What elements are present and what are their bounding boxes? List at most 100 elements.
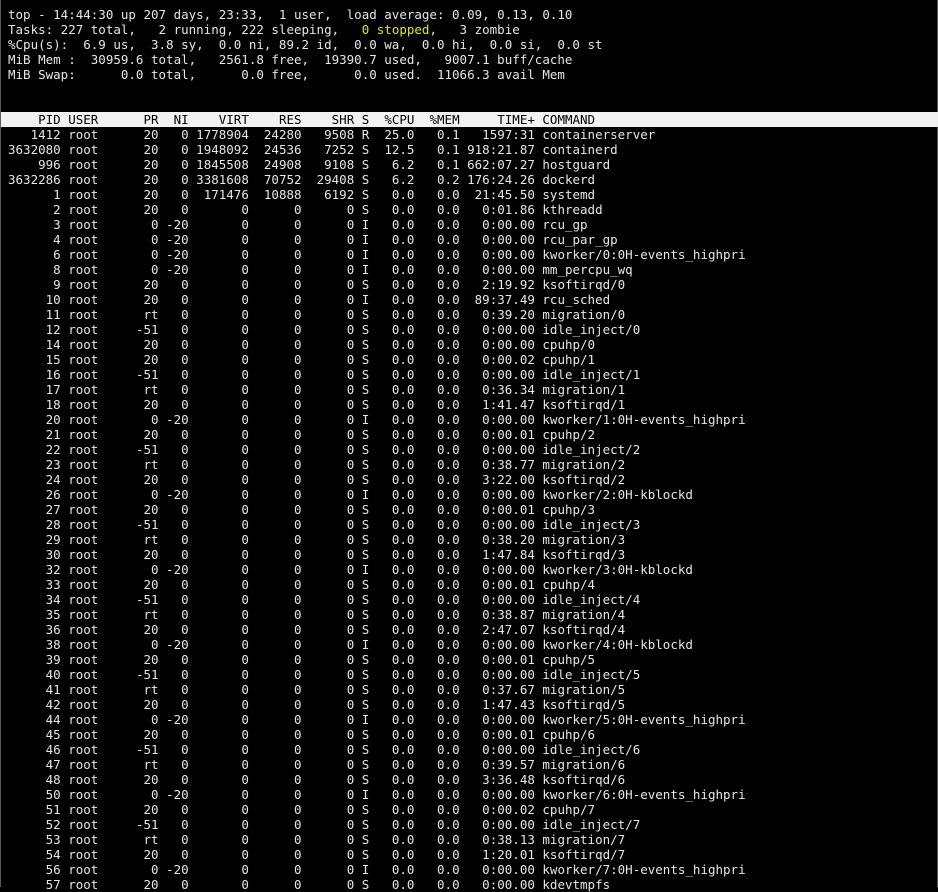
- row-pr-cell: 20: [128, 292, 159, 307]
- row-pr-cell: 0: [128, 217, 159, 232]
- row-ni-cell: -20: [158, 262, 189, 277]
- row-res-cell: 0: [248, 337, 302, 352]
- row-res-cell: 0: [248, 847, 302, 862]
- row-ni-cell: 0: [158, 127, 189, 142]
- row-cpu-cell: 0.0: [369, 277, 415, 292]
- row-user-cell: root: [60, 802, 129, 817]
- table-row: 50 root 0 -20 0 0 0 I 0.0 0.0 0:00.00 kw…: [8, 787, 937, 802]
- row-mem-cell: 0.0: [414, 607, 460, 622]
- table-row: 1 root 20 0 171476 10888 6192 S 0.0 0.0 …: [8, 187, 937, 202]
- row-user-cell: root: [60, 562, 129, 577]
- process-table: 1412 root 20 0 1778904 24280 9508 R 25.0…: [8, 127, 937, 892]
- row-cpu-cell: 0.0: [369, 397, 415, 412]
- row-time-cell: 0:00.00: [459, 592, 535, 607]
- table-row: 3 root 0 -20 0 0 0 I 0.0 0.0 0:00.00 rcu…: [8, 217, 937, 232]
- row-command-cell: migration/1: [534, 382, 626, 397]
- row-pr-cell: -51: [128, 667, 159, 682]
- table-row: 34 root -51 0 0 0 0 S 0.0 0.0 0:00.00 id…: [8, 592, 937, 607]
- row-command-cell: idle_inject/2: [534, 442, 641, 457]
- row-shr-cell: 0: [301, 877, 355, 892]
- row-ni-cell: 0: [158, 187, 189, 202]
- row-ni-cell: 0: [158, 817, 189, 832]
- row-res-cell: 0: [248, 487, 302, 502]
- row-user-cell: root: [60, 547, 129, 562]
- row-pr-cell: 0: [128, 232, 159, 247]
- row-virt-cell: 0: [188, 412, 249, 427]
- row-pid-cell: 53: [8, 832, 61, 847]
- row-shr-cell: 0: [301, 292, 355, 307]
- row-virt-cell: 0: [188, 562, 249, 577]
- summary-swap-line: MiB Swap: 0.0 total, 0.0 free, 0.0 used.…: [8, 67, 565, 82]
- table-row: 9 root 20 0 0 0 0 S 0.0 0.0 2:19.92 ksof…: [8, 277, 937, 292]
- row-mem-cell: 0.0: [414, 412, 460, 427]
- row-time-cell: 662:07.27: [459, 157, 535, 172]
- row-s-cell: S: [354, 382, 370, 397]
- row-pid-cell: 3632080: [8, 142, 61, 157]
- row-virt-cell: 0: [188, 322, 249, 337]
- table-row: 11 root rt 0 0 0 0 S 0.0 0.0 0:39.20 mig…: [8, 307, 937, 322]
- table-row: 24 root 20 0 0 0 0 S 0.0 0.0 3:22.00 kso…: [8, 472, 937, 487]
- row-ni-cell: 0: [158, 877, 189, 892]
- row-user-cell: root: [60, 187, 129, 202]
- row-pid-cell: 51: [8, 802, 61, 817]
- row-command-cell: migration/3: [534, 532, 626, 547]
- row-s-cell: S: [354, 577, 370, 592]
- summary-uptime-line: top - 14:44:30 up 207 days, 23:33, 1 use…: [8, 7, 573, 22]
- row-s-cell: S: [354, 697, 370, 712]
- table-row: 2 root 20 0 0 0 0 S 0.0 0.0 0:01.86 kthr…: [8, 202, 937, 217]
- row-pid-cell: 54: [8, 847, 61, 862]
- row-time-cell: 0:00.00: [459, 637, 535, 652]
- row-mem-cell: 0.0: [414, 622, 460, 637]
- row-cpu-cell: 0.0: [369, 847, 415, 862]
- row-cpu-cell: 0.0: [369, 517, 415, 532]
- row-res-cell: 0: [248, 457, 302, 472]
- table-row: 16 root -51 0 0 0 0 S 0.0 0.0 0:00.00 id…: [8, 367, 937, 382]
- row-ni-cell: 0: [158, 337, 189, 352]
- table-row: 32 root 0 -20 0 0 0 I 0.0 0.0 0:00.00 kw…: [8, 562, 937, 577]
- terminal-window[interactable]: top - 14:44:30 up 207 days, 23:33, 1 use…: [0, 0, 938, 892]
- row-mem-cell: 0.0: [414, 547, 460, 562]
- row-s-cell: S: [354, 397, 370, 412]
- row-virt-cell: 0: [188, 232, 249, 247]
- row-pr-cell: 20: [128, 427, 159, 442]
- row-shr-cell: 0: [301, 382, 355, 397]
- row-time-cell: 1:20.01: [459, 847, 535, 862]
- row-cpu-cell: 0.0: [369, 427, 415, 442]
- table-row: 39 root 20 0 0 0 0 S 0.0 0.0 0:00.01 cpu…: [8, 652, 937, 667]
- row-s-cell: S: [354, 802, 370, 817]
- row-command-cell: ksoftirqd/2: [534, 472, 626, 487]
- row-virt-cell: 0: [188, 877, 249, 892]
- table-row: 15 root 20 0 0 0 0 S 0.0 0.0 0:00.02 cpu…: [8, 352, 937, 367]
- row-command-cell: mm_percpu_wq: [534, 262, 633, 277]
- row-virt-cell: 0: [188, 727, 249, 742]
- row-command-cell: migration/6: [534, 757, 626, 772]
- row-res-cell: 0: [248, 532, 302, 547]
- row-command-cell: ksoftirqd/1: [534, 397, 626, 412]
- process-table-header: PID USER PR NI VIRT RES SHR S %CPU %MEM …: [1, 112, 938, 127]
- row-cpu-cell: 0.0: [369, 652, 415, 667]
- row-command-cell: kworker/3:0H-kblockd: [534, 562, 693, 577]
- row-shr-cell: 0: [301, 427, 355, 442]
- row-user-cell: root: [60, 397, 129, 412]
- row-cpu-cell: 0.0: [369, 472, 415, 487]
- row-command-cell: ksoftirqd/0: [534, 277, 626, 292]
- row-s-cell: S: [354, 337, 370, 352]
- row-time-cell: 89:37.49: [459, 292, 535, 307]
- row-time-cell: 0:00.01: [459, 427, 535, 442]
- row-s-cell: S: [354, 607, 370, 622]
- table-row: 51 root 20 0 0 0 0 S 0.0 0.0 0:00.02 cpu…: [8, 802, 937, 817]
- row-command-cell: ksoftirqd/7: [534, 847, 626, 862]
- row-res-cell: 0: [248, 217, 302, 232]
- row-mem-cell: 0.1: [414, 157, 460, 172]
- row-pr-cell: 20: [128, 727, 159, 742]
- row-res-cell: 0: [248, 592, 302, 607]
- row-pid-cell: 50: [8, 787, 61, 802]
- table-row: 27 root 20 0 0 0 0 S 0.0 0.0 0:00.01 cpu…: [8, 502, 937, 517]
- row-virt-cell: 0: [188, 502, 249, 517]
- row-command-cell: idle_inject/5: [534, 667, 641, 682]
- row-user-cell: root: [60, 652, 129, 667]
- row-command-cell: ksoftirqd/6: [534, 772, 626, 787]
- row-shr-cell: 0: [301, 637, 355, 652]
- row-virt-cell: 0: [188, 607, 249, 622]
- row-cpu-cell: 0.0: [369, 742, 415, 757]
